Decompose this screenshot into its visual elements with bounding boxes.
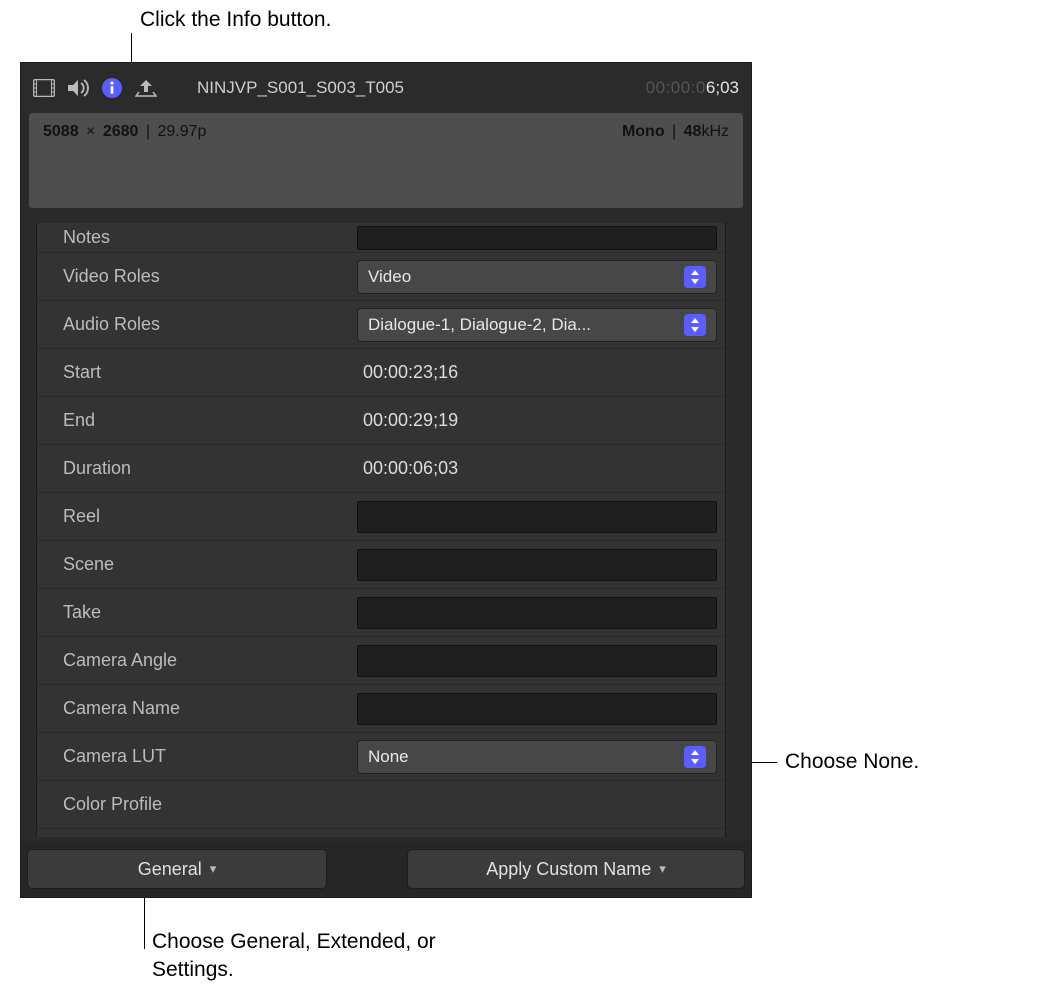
start-value: 00:00:23;16 — [357, 362, 458, 383]
resolution-height: 2680 — [103, 123, 139, 140]
label-camera-angle: Camera Angle — [37, 650, 357, 671]
audio-roles-value: Dialogue-1, Dialogue-2, Dia... — [368, 315, 684, 335]
metadata-view-button[interactable]: General ▾ — [27, 849, 327, 889]
label-notes: Notes — [37, 227, 357, 248]
inspector-toolbar: NINJVP_S001_S003_T005 00:00:06;03 — [21, 63, 751, 113]
label-camera-name: Camera Name — [37, 698, 357, 719]
row-end: End 00:00:29;19 — [37, 397, 725, 445]
clip-duration-prefix: 00:00:0 — [646, 78, 706, 98]
audio-inspector-icon[interactable] — [67, 79, 89, 97]
audio-format: Mono | 48kHz — [622, 123, 729, 141]
row-camera-lut: Camera LUT None — [37, 733, 725, 781]
camera-angle-field[interactable] — [357, 645, 717, 677]
video-roles-select[interactable]: Video — [357, 260, 717, 294]
properties-scroll[interactable]: Notes Video Roles Video Audio Roles Dial… — [21, 223, 751, 837]
callout-general: Choose General, Extended, or Settings. — [152, 928, 472, 985]
row-scene: Scene — [37, 541, 725, 589]
frame-rate: 29.97p — [157, 123, 206, 140]
audio-roles-select[interactable]: Dialogue-1, Dialogue-2, Dia... — [357, 308, 717, 342]
row-take: Take — [37, 589, 725, 637]
info-inspector-panel: NINJVP_S001_S003_T005 00:00:06;03 5088 ×… — [20, 62, 752, 898]
format-summary: 5088 × 2680 | 29.97p Mono | 48kHz — [29, 113, 743, 208]
chevron-updown-icon — [684, 266, 706, 288]
properties-list: Notes Video Roles Video Audio Roles Dial… — [36, 223, 726, 837]
reel-field[interactable] — [357, 501, 717, 533]
label-video-roles: Video Roles — [37, 266, 357, 287]
apply-custom-name-label: Apply Custom Name — [486, 859, 651, 880]
callout-none: Choose None. — [785, 748, 919, 776]
label-color-profile: Color Profile — [37, 794, 357, 815]
metadata-view-label: General — [138, 859, 202, 880]
video-format: 5088 × 2680 | 29.97p — [43, 123, 206, 141]
clip-duration: 00:00:06;03 — [646, 78, 739, 98]
audio-rate-unit: kHz — [701, 123, 729, 140]
share-inspector-icon[interactable] — [135, 78, 157, 98]
row-reel: Reel — [37, 493, 725, 541]
duration-value: 00:00:06;03 — [357, 458, 458, 479]
audio-channels: Mono — [622, 123, 665, 140]
clip-duration-value: 6;03 — [706, 78, 739, 98]
chevron-down-icon: ▾ — [659, 861, 666, 877]
row-camera-name: Camera Name — [37, 685, 725, 733]
camera-name-field[interactable] — [357, 693, 717, 725]
notes-field[interactable] — [357, 226, 717, 250]
callout-info: Click the Info button. — [140, 6, 331, 34]
label-duration: Duration — [37, 458, 357, 479]
audio-rate: 48 — [684, 123, 702, 140]
row-camera-angle: Camera Angle — [37, 637, 725, 685]
chevron-down-icon: ▾ — [210, 861, 217, 877]
label-start: Start — [37, 362, 357, 383]
take-field[interactable] — [357, 597, 717, 629]
label-end: End — [37, 410, 357, 431]
label-take: Take — [37, 602, 357, 623]
camera-lut-select[interactable]: None — [357, 740, 717, 774]
row-video-roles: Video Roles Video — [37, 253, 725, 301]
bottom-bar: General ▾ Apply Custom Name ▾ — [21, 841, 751, 897]
row-start: Start 00:00:23;16 — [37, 349, 725, 397]
end-value: 00:00:29;19 — [357, 410, 458, 431]
chevron-updown-icon — [684, 746, 706, 768]
label-camera-lut: Camera LUT — [37, 746, 357, 767]
chevron-updown-icon — [684, 314, 706, 336]
scene-field[interactable] — [357, 549, 717, 581]
camera-lut-value: None — [368, 747, 684, 767]
row-duration: Duration 00:00:06;03 — [37, 445, 725, 493]
video-roles-value: Video — [368, 267, 684, 287]
row-color-profile: Color Profile — [37, 781, 725, 829]
apply-custom-name-button[interactable]: Apply Custom Name ▾ — [407, 849, 745, 889]
clip-name: NINJVP_S001_S003_T005 — [197, 78, 404, 98]
info-inspector-icon[interactable] — [101, 77, 123, 99]
label-scene: Scene — [37, 554, 357, 575]
row-notes: Notes — [37, 223, 725, 253]
label-reel: Reel — [37, 506, 357, 527]
row-audio-roles: Audio Roles Dialogue-1, Dialogue-2, Dia.… — [37, 301, 725, 349]
resolution-width: 5088 — [43, 123, 79, 140]
callout-line-general — [144, 889, 145, 949]
label-audio-roles: Audio Roles — [37, 314, 357, 335]
video-inspector-icon[interactable] — [33, 79, 55, 97]
